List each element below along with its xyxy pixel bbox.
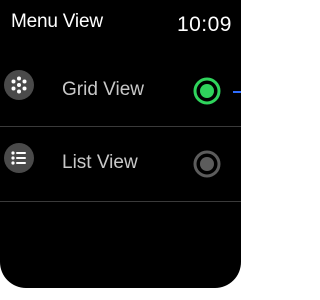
status-bar: Menu View 10:09 bbox=[0, 0, 241, 56]
clock: 10:09 bbox=[176, 13, 232, 36]
scroll-indicator bbox=[233, 91, 241, 93]
divider bbox=[0, 126, 241, 127]
page-title: Menu View bbox=[11, 11, 103, 32]
list-icon bbox=[4, 143, 34, 173]
radio-unselected[interactable] bbox=[192, 149, 222, 179]
menu-item-list-view[interactable]: List View bbox=[0, 135, 241, 199]
grid-dots-icon bbox=[4, 70, 34, 100]
menu-item-label: List View bbox=[62, 152, 138, 173]
watch-screen: Menu View 10:09 Grid View List View bbox=[0, 0, 241, 288]
menu-item-grid-view[interactable]: Grid View bbox=[0, 62, 241, 126]
menu-item-label: Grid View bbox=[62, 79, 145, 100]
radio-selected[interactable] bbox=[192, 76, 222, 106]
divider bbox=[0, 201, 241, 202]
